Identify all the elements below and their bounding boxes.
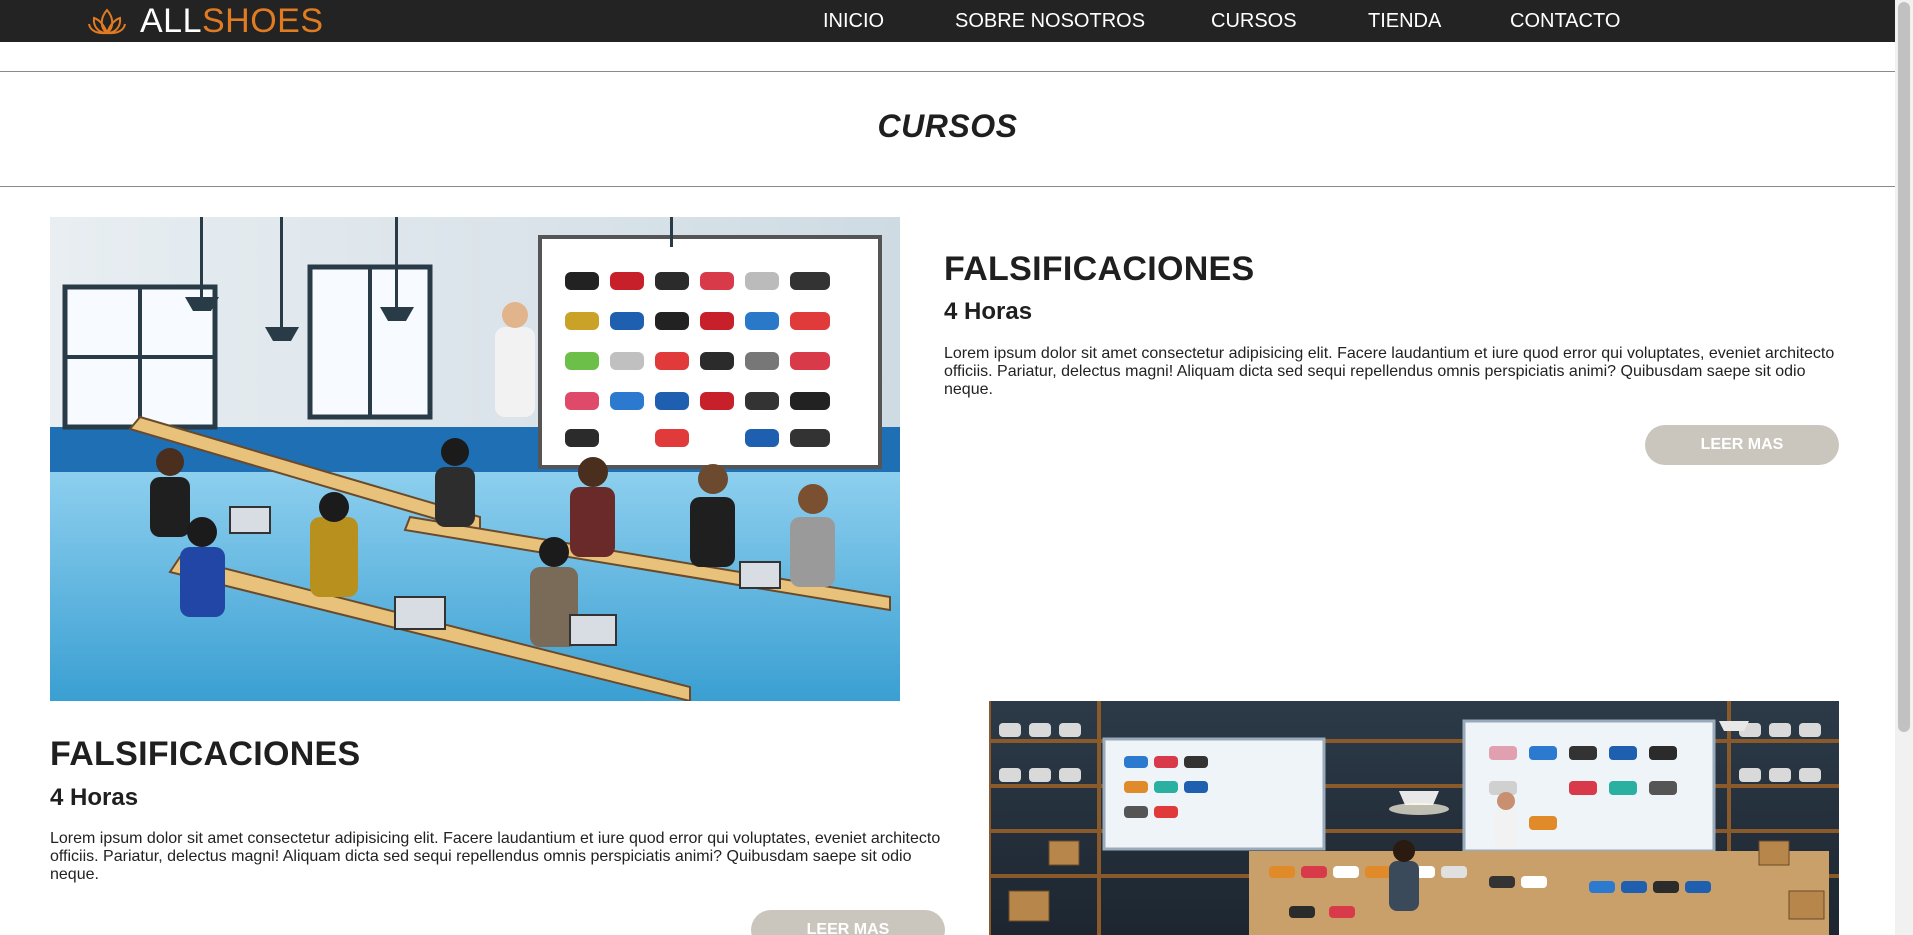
course-description: Lorem ipsum dolor sit amet consectetur a…: [944, 345, 1835, 398]
scrollbar-thumb[interactable]: [1898, 2, 1910, 732]
course-hours: 4 Horas: [944, 298, 1033, 325]
nav-item-cursos[interactable]: CURSOS: [1211, 11, 1297, 31]
divider-bottom: [0, 186, 1895, 187]
course-image-warehouse: [989, 701, 1839, 935]
course-title: FALSIFICACIONES: [50, 735, 361, 773]
course-description: Lorem ipsum dolor sit amet consectetur a…: [50, 830, 941, 883]
leer-mas-button[interactable]: LEER MAS: [751, 910, 945, 935]
course-hours: 4 Horas: [50, 784, 139, 811]
top-navbar: ALLSHOES INICIO SOBRE NOSOTROS CURSOS TI…: [0, 0, 1895, 42]
page-title: CURSOS: [877, 108, 1018, 144]
brand-name-part1: ALL: [140, 2, 202, 40]
nav-item-sobre-nosotros[interactable]: SOBRE NOSOTROS: [955, 11, 1145, 31]
nav-item-tienda[interactable]: TIENDA: [1368, 11, 1441, 31]
divider-top: [0, 71, 1895, 72]
brand-logo[interactable]: ALLSHOES: [88, 2, 324, 40]
brand-name: ALLSHOES: [140, 2, 324, 40]
lotus-icon: [88, 8, 126, 35]
leer-mas-button[interactable]: LEER MAS: [1645, 425, 1839, 465]
course-title: FALSIFICACIONES: [944, 250, 1255, 288]
nav-item-inicio[interactable]: INICIO: [823, 11, 884, 31]
brand-name-part2: SHOES: [202, 2, 324, 40]
course-image-classroom: [50, 217, 900, 701]
nav-item-contacto[interactable]: CONTACTO: [1510, 11, 1620, 31]
vertical-scrollbar[interactable]: [1895, 0, 1913, 935]
